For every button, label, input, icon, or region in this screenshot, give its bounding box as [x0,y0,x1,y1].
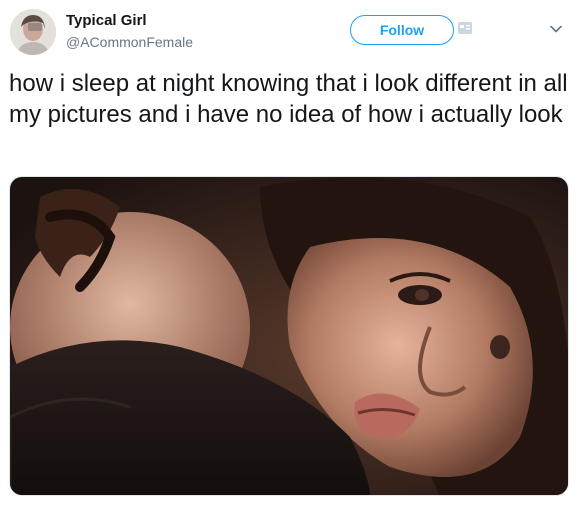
chevron-down-icon[interactable] [549,22,563,36]
tweet-image[interactable] [9,176,569,496]
user-handle[interactable]: @ACommonFemale [66,33,193,51]
display-name[interactable]: Typical Girl [66,12,147,30]
tweet-text: how i sleep at night knowing that i look… [9,70,568,128]
follow-badge-icon [458,22,472,34]
follow-button[interactable]: Follow [350,15,454,45]
avatar[interactable] [10,9,56,55]
tweet-card: Typical Girl @ACommonFemale Follow how i… [0,0,577,508]
